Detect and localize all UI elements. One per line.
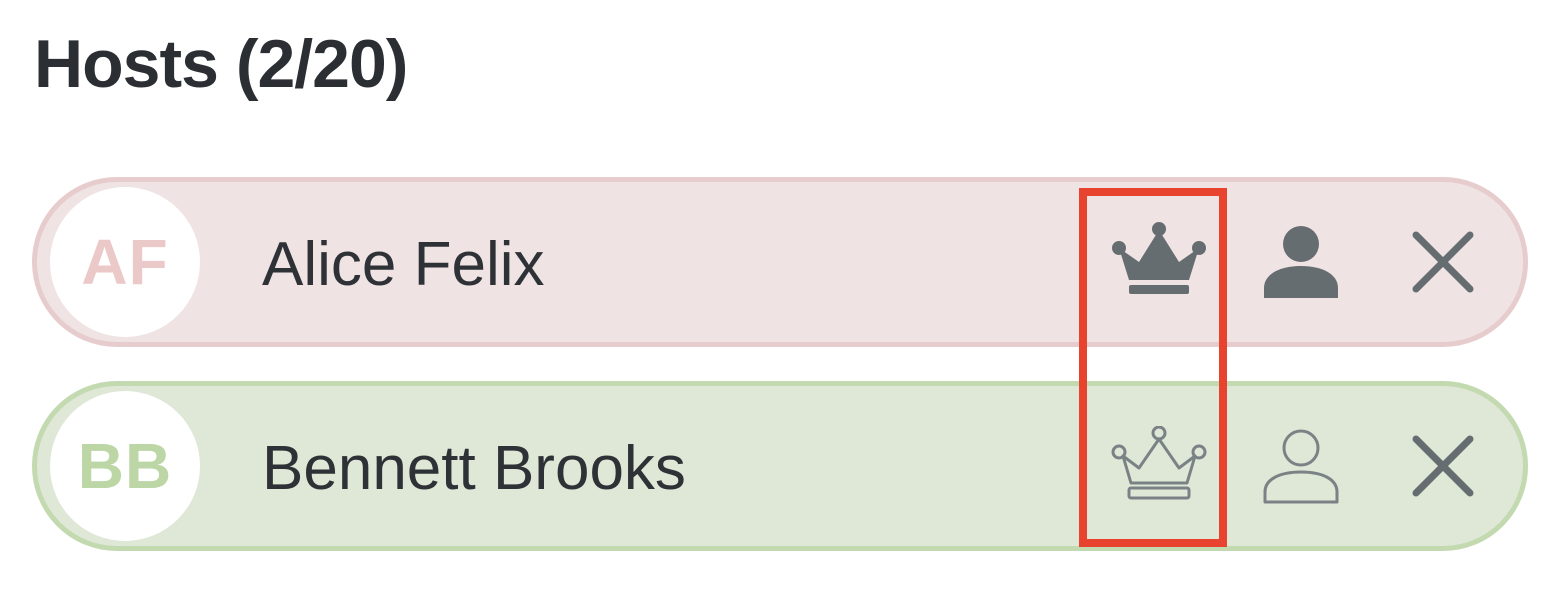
user-filled-icon[interactable] [1251, 212, 1351, 312]
hosts-panel: Hosts (2/20) AF Alice Felix BB Bennett B… [0, 0, 1558, 592]
host-name: Bennett Brooks [262, 434, 686, 503]
avatar: AF [50, 187, 200, 337]
page-title: Hosts (2/20) [34, 26, 408, 102]
host-row-alice-felix: AF Alice Felix [32, 177, 1528, 347]
host-name: Alice Felix [262, 230, 545, 299]
close-icon[interactable] [1393, 212, 1493, 312]
user-outline-icon[interactable] [1251, 416, 1351, 516]
host-row-bennett-brooks: BB Bennett Brooks [32, 381, 1528, 551]
avatar: BB [50, 391, 200, 541]
crown-outline-icon[interactable] [1109, 416, 1209, 516]
crown-filled-icon[interactable] [1109, 212, 1209, 312]
close-icon[interactable] [1393, 416, 1493, 516]
